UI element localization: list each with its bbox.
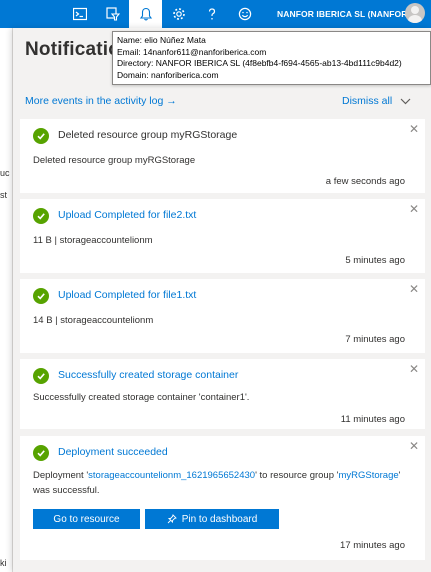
tooltip-directory: Directory: NANFOR IBERICA SL (4f8ebfb4-f… [117,58,402,68]
background-text: uc [0,168,10,178]
success-check-icon [33,445,49,461]
background-text: ki [0,558,7,568]
description-text: Deployment ' [33,470,89,481]
notifications-bell-icon[interactable] [129,0,162,28]
notification-card[interactable]: Deployment succeeded Deployment 'storage… [20,436,425,560]
notification-time: 11 minutes ago [340,414,405,425]
notification-time: a few seconds ago [325,176,405,187]
notification-card[interactable]: Deleted resource group myRGStorage Delet… [20,119,425,193]
directory-filter-icon[interactable] [96,0,129,28]
go-to-resource-button[interactable]: Go to resource [33,509,140,529]
pin-to-dashboard-button[interactable]: Pin to dashboard [145,509,279,529]
notification-description: Deleted resource group myRGStorage [33,155,196,166]
notification-description: 14 B | storageaccountelionm [33,315,154,326]
tooltip-domain: Domain: nanforiberica.com [117,69,219,80]
settings-gear-icon[interactable] [162,0,195,28]
notification-time: 17 minutes ago [340,540,405,551]
feedback-smiley-icon[interactable] [228,0,261,28]
close-icon[interactable]: ✕ [409,202,419,216]
top-bar: NANFOR IBERICA SL (NANFORIB... [0,0,431,28]
close-icon[interactable]: ✕ [409,362,419,376]
dismiss-all-label: Dismiss all [342,95,393,107]
success-check-icon [33,128,49,144]
notification-card[interactable]: Upload Completed for file2.txt 11 B | st… [20,199,425,273]
avatar[interactable] [405,3,425,23]
pin-to-dashboard-label: Pin to dashboard [181,513,258,525]
notification-time: 5 minutes ago [345,255,405,266]
cloud-shell-icon[interactable] [63,0,96,28]
notification-title-link[interactable]: Upload Completed for file1.txt [58,289,196,301]
account-name[interactable]: NANFOR IBERICA SL (NANFORIB... [277,9,424,19]
success-check-icon [33,208,49,224]
top-bar-icons [63,0,261,28]
notification-description: Successfully created storage container '… [33,392,250,403]
description-text: ' to resource group ' [255,470,339,481]
deployment-link[interactable]: storageaccountelionm_1621965652430 [88,470,255,481]
account-tooltip: Name: elio Núñez Mata Email: 14nanfor611… [112,31,431,85]
resource-group-link[interactable]: myRGStorage [338,470,398,481]
notification-card[interactable]: Successfully created storage container S… [20,359,425,429]
close-icon[interactable]: ✕ [409,439,419,453]
notification-description: Deployment 'storageaccountelionm_1621965… [33,468,403,498]
help-icon[interactable] [195,0,228,28]
more-events-link[interactable]: More events in the activity log → [25,95,177,107]
chevron-down-icon [400,98,411,104]
notification-title: Deleted resource group myRGStorage [58,129,238,141]
notification-card[interactable]: Upload Completed for file1.txt 14 B | st… [20,279,425,353]
close-icon[interactable]: ✕ [409,122,419,136]
pin-icon [167,514,177,524]
notification-title-link[interactable]: Deployment succeeded [58,446,168,458]
notification-time: 7 minutes ago [345,334,405,345]
background-text: st [0,190,8,200]
dismiss-all-button[interactable]: Dismiss all [342,95,411,107]
notification-title-link[interactable]: Upload Completed for file2.txt [58,209,196,221]
background-portal: uc st ki [0,28,13,572]
success-check-icon [33,368,49,384]
close-icon[interactable]: ✕ [409,282,419,296]
tooltip-name: Name: elio Núñez Mata [117,35,206,45]
notification-description: 11 B | storageaccountelionm [33,235,153,246]
success-check-icon [33,288,49,304]
tooltip-email: Email: 14nanfor611@nanforiberica.com [117,46,267,57]
notification-title-link[interactable]: Successfully created storage container [58,369,238,381]
